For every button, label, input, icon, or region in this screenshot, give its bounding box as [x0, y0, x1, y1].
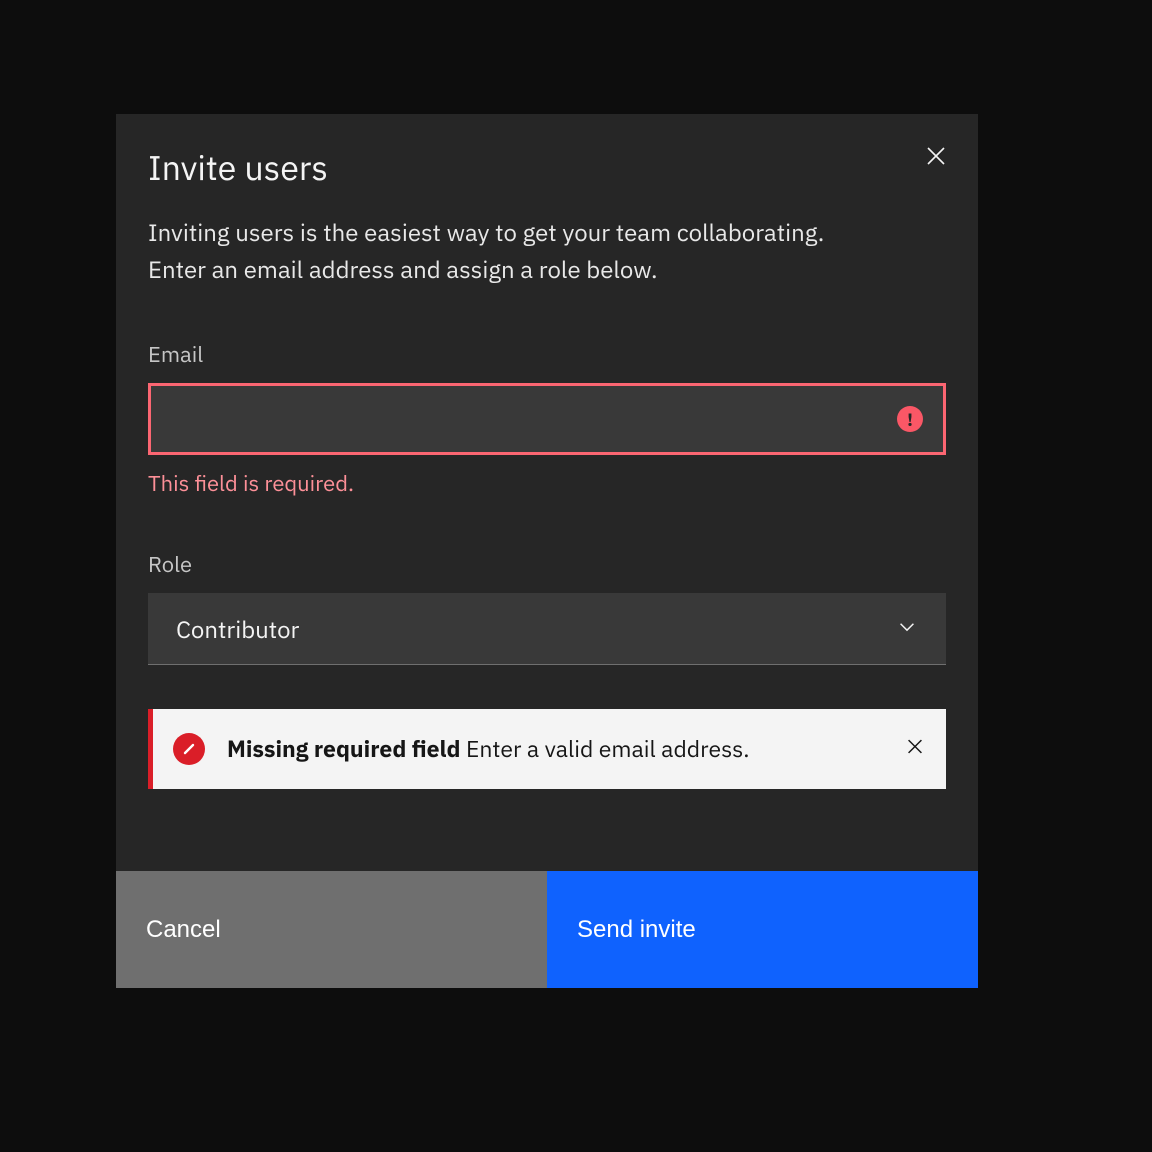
- notification-text: Missing required field Enter a valid ema…: [227, 734, 750, 764]
- invite-users-modal: Invite users Inviting users is the easie…: [116, 114, 978, 988]
- role-field-group: Role Contributor: [148, 550, 946, 665]
- role-label: Role: [148, 550, 946, 579]
- prohibit-icon: [173, 733, 205, 765]
- modal-title: Invite users: [148, 146, 946, 190]
- close-icon: [924, 144, 948, 168]
- role-select[interactable]: Contributor: [148, 593, 946, 665]
- close-icon: [904, 736, 926, 758]
- error-icon: !: [897, 406, 923, 432]
- send-invite-button[interactable]: Send invite: [547, 871, 978, 988]
- cancel-button[interactable]: Cancel: [116, 871, 547, 988]
- modal-description: Inviting users is the easiest way to get…: [116, 190, 896, 288]
- email-field-group: Email ! This field is required.: [148, 340, 946, 498]
- notification-message: Enter a valid email address.: [466, 734, 750, 764]
- error-notification: Missing required field Enter a valid ema…: [148, 709, 946, 789]
- invite-form: Email ! This field is required. Role Con…: [116, 288, 978, 665]
- notification-close-button[interactable]: [904, 736, 926, 763]
- role-select-value: Contributor: [176, 613, 299, 645]
- email-label: Email: [148, 340, 946, 369]
- notification-title: Missing required field: [227, 734, 461, 764]
- email-input-wrap: !: [148, 383, 946, 455]
- email-error-text: This field is required.: [148, 469, 946, 498]
- modal-header: Invite users: [116, 114, 978, 190]
- chevron-down-icon: [896, 615, 918, 642]
- email-input[interactable]: [177, 406, 883, 432]
- modal-actions: Cancel Send invite: [116, 871, 978, 988]
- close-button[interactable]: [920, 140, 952, 172]
